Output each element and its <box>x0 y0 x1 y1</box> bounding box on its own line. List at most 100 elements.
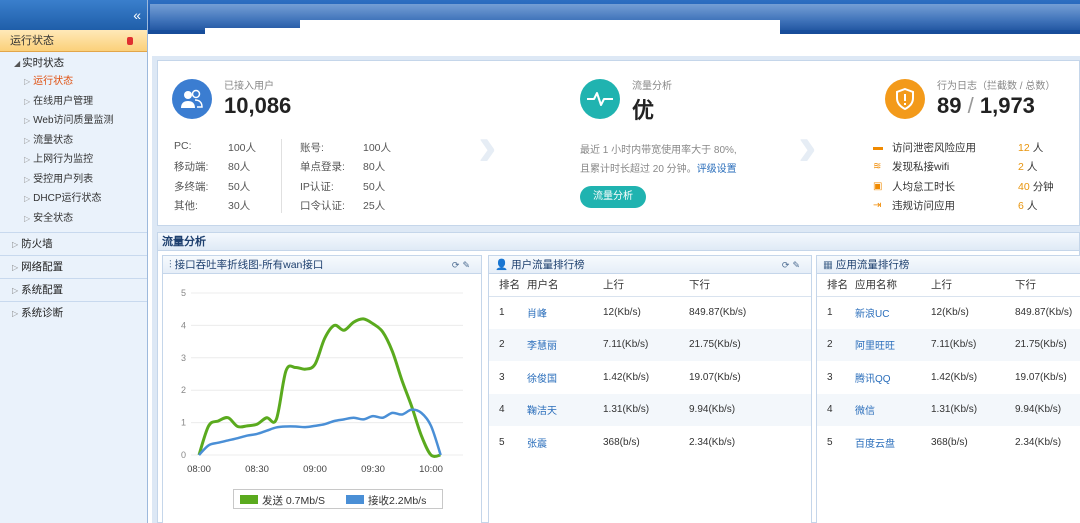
sidebar-item-web-quality[interactable]: ▷ Web访问质量监测 <box>0 111 147 131</box>
col-up: 上行 <box>603 274 689 297</box>
cell-down: 9.94(Kb/s) <box>689 393 811 426</box>
section-title: 流量分析 <box>158 233 1079 251</box>
cell-up: 1.42(Kb/s) <box>931 371 978 383</box>
users-mobile-key: 移动端: <box>174 161 209 173</box>
settings-icon[interactable]: ✎ <box>462 260 473 270</box>
log-row-number: 6 <box>1018 200 1024 212</box>
chevron-right-icon: › <box>478 114 497 177</box>
sidebar-item-label: 在线用户管理 <box>33 95 94 107</box>
flow-note-line2: 且累计时长超过 20 分钟。评级设置 <box>580 160 737 175</box>
shield-alert-icon <box>885 79 925 119</box>
sidebar-item-system-diagnosis[interactable]: ▷ 系统诊断 <box>0 301 147 324</box>
collapse-icon[interactable]: « <box>133 8 141 22</box>
cell-name[interactable]: 张震 <box>527 426 603 459</box>
legend-swatch-recv <box>346 495 364 504</box>
sidebar-item-label: 上网行为监控 <box>33 154 94 165</box>
log-row-violation[interactable]: ⇥ 违规访问应用 6人 <box>873 198 1080 218</box>
settings-icon[interactable]: ✎ <box>792 260 803 270</box>
users-mobile-value: 80人 <box>228 161 251 173</box>
chevron-right-icon: ▷ <box>12 286 19 295</box>
sidebar-item-system-config[interactable]: ▷ 系统配置 <box>0 278 147 301</box>
log-row-idle-time[interactable]: ▣ 人均怠工时长 40 分钟 <box>873 179 1080 199</box>
chevron-right-icon: ▷ <box>12 309 19 318</box>
flow-analysis-button[interactable]: 流量分析 <box>580 186 646 208</box>
table-row[interactable]: 4 鞠洁天 1.31(Kb/s) 9.94(Kb/s) <box>489 393 811 426</box>
cell-name[interactable]: 徐俊国 <box>527 361 603 394</box>
rating-settings-link[interactable]: 评级设置 <box>697 164 737 175</box>
cell-down: 19.07(Kb/s) <box>689 371 741 383</box>
cell-name[interactable]: 腾讯QQ <box>855 361 931 394</box>
log-row-leak-risk[interactable]: ▬ 访问泄密风险应用 12 人 <box>873 140 1080 160</box>
sidebar-item-firewall[interactable]: ▷ 防火墙 <box>0 232 147 255</box>
refresh-icon[interactable]: ⟳ <box>782 260 793 270</box>
cell-name[interactable]: 李慧丽 <box>527 328 603 361</box>
table-row[interactable]: 5 百度云盘 368(b/s) 2.34(Kb/s) <box>817 426 1080 459</box>
users-pass-value: 25人 <box>363 200 386 212</box>
log-row-label: 发现私接wifi <box>892 161 950 173</box>
cell-down: 849.87(Kb/s) <box>1015 307 1073 318</box>
users-sso-key: 单点登录: <box>300 161 345 173</box>
users-ip-key: IP认证: <box>300 181 334 193</box>
table-row[interactable]: 1 新浪UC 12(Kb/s) 849.87(Kb/s) <box>817 296 1080 329</box>
sidebar-item-controlled-users[interactable]: ▷ 受控用户列表 <box>0 170 147 190</box>
cell-up: 1.31(Kb/s) <box>603 393 689 426</box>
cell-name[interactable]: 肖峰 <box>527 296 603 329</box>
sidebar-item-label: 安全状态 <box>33 212 74 224</box>
cell-name[interactable]: 鞠洁天 <box>527 393 603 426</box>
flow-card-label: 流量分析 <box>632 81 672 92</box>
cell-name[interactable]: 百度云盘 <box>855 426 931 459</box>
table-row[interactable]: 3 徐俊国 1.42(Kb/s) 19.07(Kb/s) <box>489 361 811 394</box>
sidebar-item-label: 受控用户列表 <box>33 173 94 185</box>
panel-tools: ⟳✎ <box>782 256 803 274</box>
users-multi-value: 50人 <box>228 181 251 193</box>
table-row[interactable]: 5 张震 368(b/s) 2.34(Kb/s) <box>489 426 811 459</box>
flow-card: 流量分析 优 最近 1 小时内带宽使用率大于 80%, 且累计时长超过 20 分… <box>568 61 868 227</box>
cell-name[interactable]: 微信 <box>855 393 931 426</box>
y-tick-label: 2 <box>181 385 186 395</box>
col-rank: 排名 <box>489 274 527 297</box>
x-tick-label: 08:30 <box>245 464 269 475</box>
chart-panel-title: 接口吞吐率折线图-所有wan接口 <box>174 259 324 271</box>
refresh-icon[interactable]: ⟳ <box>452 260 463 270</box>
y-tick-label: 0 <box>181 450 186 460</box>
cell-name[interactable]: 阿里旺旺 <box>855 328 931 361</box>
table-row[interactable]: 3 腾讯QQ 1.42(Kb/s) 19.07(Kb/s) <box>817 361 1080 394</box>
table-row[interactable]: 2 李慧丽 7.11(Kb/s) 21.75(Kb/s) <box>489 328 811 361</box>
top-banner <box>0 0 1080 38</box>
users-account-value: 100人 <box>363 142 392 154</box>
table-row[interactable]: 1 肖峰 12(Kb/s) 849.87(Kb/s) <box>489 296 811 329</box>
cell-down: 21.75(Kb/s) <box>1015 328 1080 361</box>
sidebar-item-dhcp-status[interactable]: ▷ DHCP运行状态 <box>0 189 147 209</box>
sidebar-group-realtime[interactable]: ◢ 实时状态 <box>0 55 147 72</box>
log-row-private-wifi[interactable]: ≋ 发现私接wifi 2人 <box>873 159 1080 179</box>
chart-legend: 发送 0.7Mb/S 接收2.2Mb/s <box>233 489 443 509</box>
cell-up: 7.11(Kb/s) <box>603 328 689 361</box>
panel-tools: ⟳✎ <box>452 256 473 274</box>
chevron-right-icon: ▷ <box>24 194 31 203</box>
legend-swatch-send <box>240 495 258 504</box>
sidebar-item-online-users[interactable]: ▷ 在线用户管理 <box>0 92 147 112</box>
sidebar-item-running-status-active[interactable]: 运行状态 <box>0 30 147 52</box>
cell-name[interactable]: 新浪UC <box>855 296 931 329</box>
traffic-section: 流量分析 ⫶ 接口吞吐率折线图-所有wan接口 ⟳✎ 0 1 2 3 4 5 08:00 08:… <box>157 232 1080 523</box>
cell-rank: 5 <box>499 436 505 448</box>
wifi-icon: ≋ <box>873 161 882 172</box>
app-rank-panel: ▦ 应用流量排行榜 排名 应用名称 上行 下行 1 新浪UC 12(Kb/s) 849.… <box>816 255 1080 523</box>
table-header-row: 排名 应用名称 上行 下行 <box>817 274 1080 297</box>
sidebar-item-traffic-status[interactable]: ▷ 流量状态 <box>0 131 147 151</box>
log-row-number: 12 <box>1018 142 1030 154</box>
cell-down: 19.07(Kb/s) <box>1015 371 1067 383</box>
log-card-label: 行为日志（拦截数 / 总数） <box>937 81 1056 92</box>
sidebar-item-network-config[interactable]: ▷ 网络配置 <box>0 255 147 278</box>
cell-rank: 2 <box>489 328 527 361</box>
users-pc-key: PC: <box>174 140 192 152</box>
alert-dot-icon <box>127 37 133 45</box>
cell-down: 849.87(Kb/s) <box>689 307 747 318</box>
sidebar-item-security-status[interactable]: ▷ 安全状态 <box>0 209 147 229</box>
log-row-value: 6人 <box>1018 198 1037 213</box>
sidebar-item-running-status[interactable]: ▷ 运行状态 <box>0 72 147 92</box>
sidebar-item-behavior-monitor[interactable]: ▷ 上网行为监控 <box>0 150 147 170</box>
table-row[interactable]: 2 阿里旺旺 7.11(Kb/s) 21.75(Kb/s) <box>817 328 1080 361</box>
table-row[interactable]: 4 微信 1.31(Kb/s) 9.94(Kb/s) <box>817 393 1080 426</box>
cell-up: 368(b/s) <box>931 436 968 448</box>
